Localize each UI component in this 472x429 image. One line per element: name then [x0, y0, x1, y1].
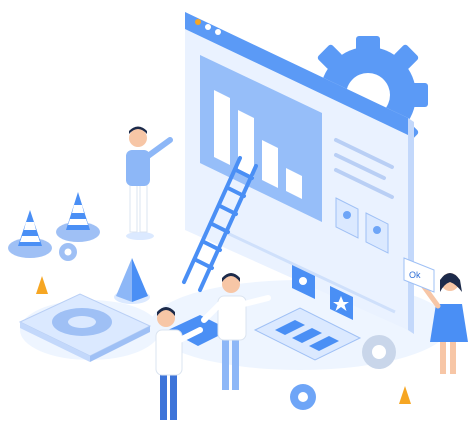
window-dot-light [215, 29, 221, 35]
window-dot-orange [195, 19, 201, 25]
floating-note-text: Ok [409, 270, 421, 280]
isometric-illustration: Ok [8, 12, 468, 420]
person-pointing [126, 126, 173, 240]
orange-cone-icon [399, 386, 411, 404]
orange-cone-icon [36, 276, 48, 294]
chart-bar [214, 90, 230, 165]
chart-bar [238, 110, 254, 177]
window-dot-light [205, 24, 211, 30]
traffic-cone-icon [56, 192, 100, 242]
gear-icon [362, 335, 396, 369]
chart-bar [262, 140, 278, 188]
pyramid-icon [114, 258, 150, 304]
traffic-cone-icon [8, 210, 52, 258]
gear-icon [290, 384, 316, 410]
small-gear-icon [59, 243, 77, 261]
